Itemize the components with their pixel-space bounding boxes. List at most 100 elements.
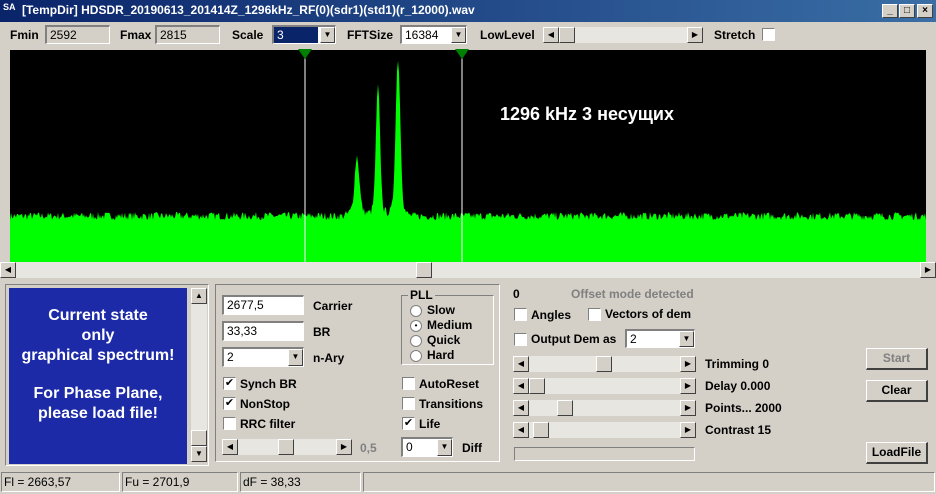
pll-title: PLL [408, 288, 435, 302]
output-dem-label: Output Dem as [531, 332, 617, 346]
status-empty-panel [363, 472, 935, 492]
angles-checkbox[interactable] [514, 308, 527, 321]
nonstop-label: NonStop [240, 397, 290, 411]
stretch-checkbox[interactable] [762, 28, 775, 41]
arrow-left-icon[interactable]: ◀ [513, 422, 529, 438]
life-checkbox[interactable]: ✔ [402, 417, 415, 430]
synch-br-label: Synch BR [240, 377, 297, 391]
arrow-down-icon[interactable]: ▼ [191, 446, 207, 462]
arrow-right-icon[interactable]: ▶ [920, 262, 936, 278]
arrow-right-icon[interactable]: ▶ [336, 439, 352, 455]
window-title: [TempDir] HDSDR_20190613_201414Z_1296kHz… [22, 3, 475, 17]
points-slider[interactable]: ◀ ▶ [513, 400, 696, 416]
delay-slider[interactable]: ◀ ▶ [513, 378, 696, 394]
angles-label: Angles [531, 308, 572, 322]
contrast-label: Contrast 15 [705, 423, 772, 437]
scale-dropdown-icon[interactable]: ▼ [320, 27, 335, 43]
nary-dropdown-icon[interactable]: ▼ [288, 349, 303, 366]
trimming-slider[interactable]: ◀ ▶ [513, 356, 696, 372]
pll-slow-radio[interactable] [410, 305, 422, 317]
fmax-field[interactable]: 2815 [155, 25, 220, 44]
delay-label: Delay 0.000 [705, 379, 771, 393]
output-dem-value: 2 [630, 332, 637, 346]
status-df-panel: dF = 38,33 [240, 472, 361, 492]
rrc-filter-checkbox[interactable] [223, 417, 236, 430]
diff-dropdown-icon[interactable]: ▼ [437, 439, 452, 456]
delay-thumb[interactable] [529, 378, 545, 394]
pll-hard-radio[interactable] [410, 350, 422, 362]
spectrum-scrollbar[interactable]: ◀ ▶ [0, 262, 936, 278]
status-fl-panel: Fl = 2663,57 [1, 472, 120, 492]
spectrum-scroll-thumb[interactable] [416, 262, 432, 278]
arrow-up-icon[interactable]: ▲ [191, 288, 207, 304]
arrow-right-icon[interactable]: ▶ [687, 27, 703, 43]
close-button[interactable]: × [917, 4, 933, 18]
nonstop-checkbox[interactable]: ✔ [223, 397, 236, 410]
maximize-button[interactable]: □ [899, 4, 915, 18]
zero-value: 0 [513, 287, 520, 301]
state-panel: Current state only graphical spectrum! F… [9, 288, 187, 464]
arrow-left-icon[interactable]: ◀ [0, 262, 16, 278]
offset-mode-text: Offset mode detected [571, 287, 694, 301]
arrow-right-icon[interactable]: ▶ [680, 356, 696, 372]
arrow-right-icon[interactable]: ▶ [680, 378, 696, 394]
params-slider[interactable]: ◀ ▶ [222, 439, 352, 455]
br-input[interactable]: 33,33 [222, 321, 304, 341]
diff-select[interactable]: 0 ▼ [401, 437, 453, 457]
status-df: dF = 38,33 [243, 475, 301, 489]
start-button[interactable]: Start [866, 348, 928, 370]
pll-medium-radio[interactable]: • [410, 320, 422, 332]
arrow-right-icon[interactable]: ▶ [680, 422, 696, 438]
synch-br-checkbox[interactable]: ✔ [223, 377, 236, 390]
params-slider-thumb[interactable] [278, 439, 294, 455]
carrier-input[interactable]: 2677,5 [222, 295, 304, 315]
fmax-label: Fmax [120, 28, 152, 42]
vectors-checkbox[interactable] [588, 308, 601, 321]
arrow-left-icon[interactable]: ◀ [222, 439, 238, 455]
output-dem-dropdown-icon[interactable]: ▼ [679, 331, 694, 347]
fmin-label: Fmin [10, 28, 39, 42]
fftsize-select[interactable]: 16384 ▼ [400, 25, 467, 44]
lowlevel-thumb[interactable] [559, 27, 575, 43]
marker-left-icon[interactable] [298, 49, 312, 59]
contrast-thumb[interactable] [533, 422, 549, 438]
nary-select[interactable]: 2 ▼ [222, 347, 304, 367]
status-fl: Fl = 2663,57 [4, 475, 72, 489]
output-dem-checkbox[interactable] [514, 333, 527, 346]
lowlevel-label: LowLevel [480, 28, 535, 42]
spectrum-fill [10, 60, 926, 262]
trimming-thumb[interactable] [596, 356, 612, 372]
points-thumb[interactable] [557, 400, 573, 416]
clear-button[interactable]: Clear [866, 380, 928, 402]
transitions-checkbox[interactable] [402, 397, 415, 410]
arrow-left-icon[interactable]: ◀ [543, 27, 559, 43]
app-icon: SA [3, 2, 16, 12]
contrast-slider[interactable]: ◀ ▶ [513, 422, 696, 438]
state-scroll-thumb[interactable] [191, 430, 207, 446]
diff-label: Diff [462, 441, 482, 455]
lowlevel-slider[interactable]: ◀ ▶ [543, 27, 703, 43]
autoreset-checkbox[interactable] [402, 377, 415, 390]
arrow-left-icon[interactable]: ◀ [513, 356, 529, 372]
stretch-label: Stretch [714, 28, 756, 42]
spectrum-trace [10, 60, 926, 262]
vectors-label: Vectors of dem [605, 307, 692, 321]
spectrum-plot [10, 50, 926, 262]
marker-right-icon[interactable] [455, 49, 469, 59]
scale-select[interactable]: 3 ▼ [272, 25, 336, 44]
minimize-button[interactable]: _ [882, 4, 898, 18]
arrow-left-icon[interactable]: ◀ [513, 378, 529, 394]
fftsize-dropdown-icon[interactable]: ▼ [451, 27, 466, 43]
arrow-right-icon[interactable]: ▶ [680, 400, 696, 416]
arrow-left-icon[interactable]: ◀ [513, 400, 529, 416]
status-fu-panel: Fu = 2701,9 [122, 472, 238, 492]
state-line-5: please load file! [37, 405, 159, 422]
fmin-field[interactable]: 2592 [45, 25, 110, 44]
pll-quick-radio[interactable] [410, 335, 422, 347]
scale-label: Scale [232, 28, 264, 42]
state-panel-scrollbar[interactable]: ▲ ▼ [191, 288, 207, 462]
trimming-label: Trimming 0 [705, 357, 770, 371]
output-dem-select[interactable]: 2 ▼ [625, 329, 695, 348]
spectrum-display[interactable]: 1296 kHz 3 несущих [10, 50, 926, 262]
loadfile-button[interactable]: LoadFile [866, 442, 928, 464]
